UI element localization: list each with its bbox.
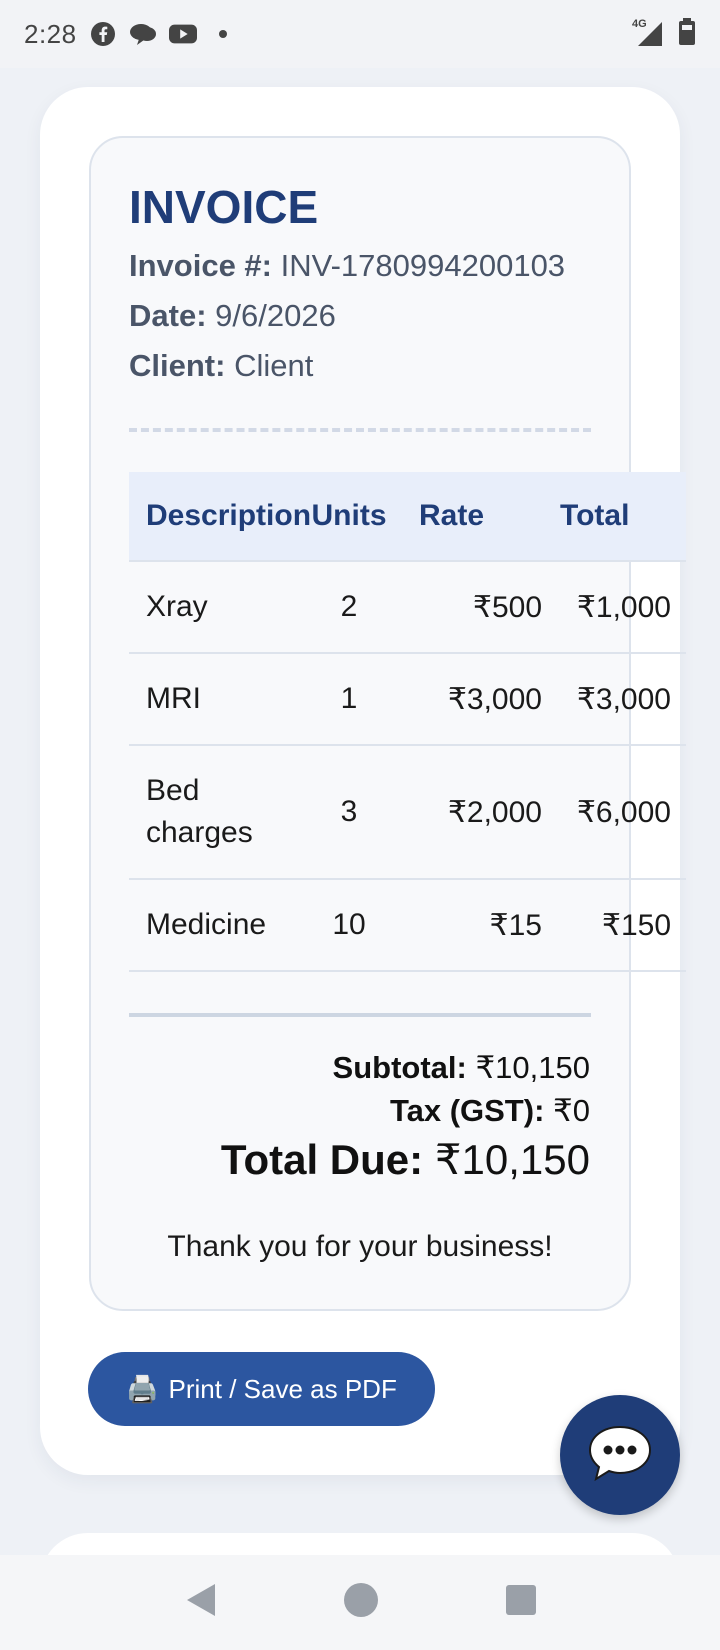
table-row: Medicine 10 ₹15 ₹150 [129, 880, 686, 972]
invoice-date: 9/6/2026 [215, 298, 336, 333]
table-row: MRI 1 ₹3,000 ₹3,000 [129, 654, 686, 746]
table-row: Bed charges 3 ₹2,000 ₹6,000 [129, 746, 686, 880]
cell-units: 10 [332, 908, 366, 941]
cell-units: 2 [340, 590, 358, 623]
chat-bubble-icon [129, 20, 157, 48]
print-button-label: Print / Save as PDF [168, 1373, 397, 1404]
tax-value: ₹0 [553, 1093, 590, 1128]
table-header: Description Units Rate Total [129, 472, 686, 562]
cell-total: ₹6,000 [576, 795, 671, 829]
youtube-icon [168, 20, 197, 48]
invoice-client: Client [234, 348, 314, 383]
invoice-number: INV-1780994200103 [280, 248, 566, 283]
cell-rate: ₹500 [472, 590, 542, 624]
subtotal-line: Subtotal: ₹10,150 [333, 1050, 590, 1086]
total-due-line: Total Due: ₹10,150 [221, 1135, 590, 1184]
cell-total: ₹1,000 [576, 590, 671, 624]
subtotal-label: Subtotal: [332, 1050, 467, 1085]
invoice-date-line: Date: 9/6/2026 [129, 298, 336, 334]
cell-description: Xray [146, 590, 208, 623]
subtotal-value: ₹10,150 [475, 1050, 590, 1085]
chat-icon [587, 1423, 653, 1488]
network-type: 4G [632, 18, 647, 30]
total-due-value: ₹10,150 [434, 1136, 590, 1183]
summary-divider [129, 1013, 591, 1017]
print-save-pdf-button[interactable]: 🖨️ Print / Save as PDF [88, 1352, 435, 1426]
tax-label: Tax (GST): [389, 1093, 545, 1128]
cell-rate: ₹15 [489, 908, 542, 942]
cell-description: Medicine [146, 908, 267, 941]
thank-you-message: Thank you for your business! [167, 1230, 553, 1263]
cell-rate: ₹3,000 [447, 682, 542, 716]
cell-units: 3 [340, 795, 358, 828]
col-rate: Rate [419, 499, 485, 532]
battery-icon [678, 17, 696, 51]
cell-description: MRI [146, 682, 201, 715]
cell-description: Bed charges [146, 774, 253, 849]
cell-total: ₹150 [601, 908, 671, 942]
col-total: Total [560, 499, 630, 532]
invoice-table: Description Units Rate Total Xray 2 ₹500… [129, 472, 686, 972]
invoice-number-line: Invoice #: INV-1780994200103 [129, 248, 565, 284]
status-time: 2:28 [24, 18, 77, 49]
col-description: Description [146, 499, 312, 532]
col-units: Units [311, 499, 387, 532]
invoice-date-label: Date: [129, 298, 207, 333]
chat-button[interactable] [560, 1395, 680, 1515]
cell-total: ₹3,000 [576, 682, 671, 716]
divider [129, 428, 591, 432]
invoice-number-label: Invoice #: [129, 248, 272, 283]
back-icon[interactable] [183, 1582, 217, 1623]
system-nav-bar [0, 1555, 720, 1650]
signal-icon: 4G [632, 18, 664, 48]
tax-line: Tax (GST): ₹0 [390, 1093, 590, 1129]
dot-icon [209, 20, 237, 48]
total-due-label: Total Due: [220, 1136, 424, 1183]
printer-icon: 🖨️ [126, 1373, 159, 1404]
recents-icon[interactable] [505, 1584, 537, 1621]
cell-units: 1 [340, 682, 358, 715]
invoice-client-label: Client: [129, 348, 226, 383]
cell-rate: ₹2,000 [447, 795, 542, 829]
table-row: Xray 2 ₹500 ₹1,000 [129, 562, 686, 654]
status-bar: 2:28 4G [0, 0, 720, 68]
home-icon[interactable] [343, 1582, 379, 1623]
facebook-icon [89, 20, 117, 48]
invoice-client-line: Client: Client [129, 348, 313, 384]
invoice-title: INVOICE [129, 181, 319, 233]
